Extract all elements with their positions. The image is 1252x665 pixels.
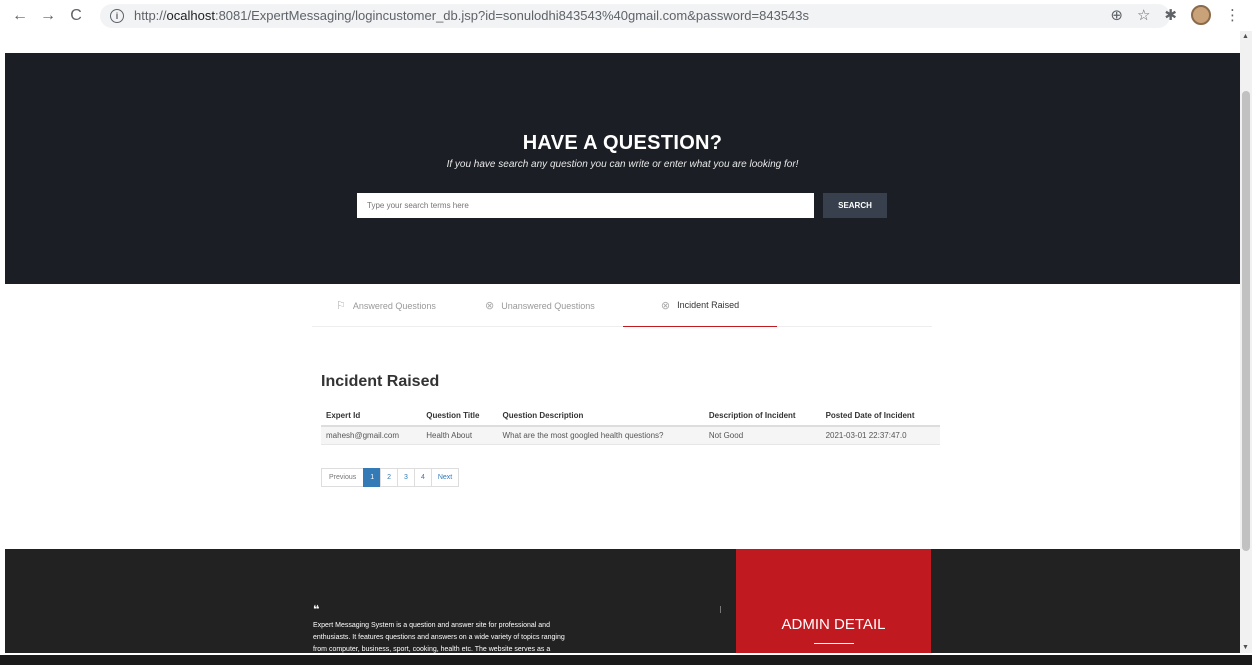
profile-avatar[interactable] [1191,5,1211,25]
tab-incident-raised[interactable]: ⊗ Incident Raised [623,284,777,327]
extensions-icon[interactable]: ✱ [1164,6,1177,24]
column-header-expert-id: Expert Id [321,405,422,427]
hero-title: HAVE A QUESTION? [522,132,723,154]
bookmark-icon: ⚐ [336,300,346,312]
scroll-thumb[interactable] [1242,91,1250,551]
pagination-previous[interactable]: Previous [321,468,365,487]
column-header-question-title: Question Title [421,405,498,427]
footer-text-line: from computer, business, sport, cooking,… [313,646,551,653]
column-header-question-description: Question Description [497,405,704,427]
incident-table: Expert Id Question Title Question Descri… [321,405,940,445]
table-header-row: Expert Id Question Title Question Descri… [321,405,940,427]
question-tabs: ⚐ Answered Questions ⊗ Unanswered Questi… [312,284,932,327]
url-host: ocalhost [166,8,215,23]
hero-search-section: HAVE A QUESTION? If you have search any … [5,53,1240,284]
forward-arrow-icon[interactable]: → [38,6,58,26]
admin-detail-title: ADMIN DETAIL [781,616,886,633]
pagination-next[interactable]: Next [430,468,460,487]
search-input[interactable] [357,193,814,218]
hero-subtitle: If you have search any question you can … [446,159,799,170]
tab-answered-questions[interactable]: ⚐ Answered Questions [326,284,446,327]
star-icon[interactable]: ☆ [1137,6,1150,24]
cell-expert-id: mahesh@gmail.com [321,426,422,445]
scroll-up-arrow-icon[interactable]: ▲ [1242,33,1249,40]
cell-incident-description: Not Good [703,426,821,445]
address-bar[interactable]: i http://ocalhost:8081/ExpertMessaging/l… [100,3,1170,28]
site-footer: ❝ Expert Messaging System is a question … [5,549,1240,653]
footer-divider [720,606,721,613]
cell-question-description: What are the most googled health questio… [497,426,704,445]
browser-toolbar: ← → C i http://ocalhost:8081/ExpertMessa… [0,0,1252,31]
pagination-page-1[interactable]: 1 [363,468,382,487]
table-row: mahesh@gmail.com Health About What are t… [321,426,940,445]
layers-icon: ⊗ [485,300,495,312]
quote-icon: ❝ [313,604,320,616]
admin-title-underline [814,643,854,644]
tab-label: Unanswered Questions [501,300,595,311]
menu-icon[interactable]: ⋮ [1225,6,1240,24]
admin-detail-panel: ADMIN DETAIL [736,549,931,653]
url-rest: :8081/ExpertMessaging/logincustomer_db.j… [214,8,810,23]
info-icon[interactable]: i [110,8,124,23]
layers-icon: ⊗ [660,299,671,312]
pagination-page-4[interactable]: 4 [413,468,432,487]
search-button[interactable]: SEARCH [823,193,887,218]
url-text: http://ocalhost:8081/ExpertMessaging/log… [134,8,809,23]
cell-posted-date: 2021-03-01 22:37:47.0 [820,426,940,445]
bottom-edge [0,655,1252,665]
tab-label: Answered Questions [352,300,436,311]
tab-unanswered-questions[interactable]: ⊗ Unanswered Questions [475,284,605,327]
section-title: Incident Raised [321,373,440,390]
url-prefix: http:// [134,8,167,23]
column-header-incident-description: Description of Incident [703,405,821,427]
scroll-down-arrow-icon[interactable]: ▼ [1242,644,1249,651]
pagination-page-2[interactable]: 2 [380,468,399,487]
cell-question-title: Health About [421,426,498,445]
reload-icon[interactable]: C [66,6,86,26]
zoom-icon[interactable]: ⊕ [1110,6,1123,24]
page-scrollbar[interactable]: ▲ ▼ [1240,31,1252,653]
pagination: Previous 1 2 3 4 Next [321,468,460,487]
tab-label: Incident Raised [677,300,740,310]
footer-text-line: Expert Messaging System is a question an… [313,622,550,629]
footer-text-line: enthusiasts. It features questions and a… [313,634,565,641]
back-arrow-icon[interactable]: ← [10,6,30,26]
browser-actions: ⊕ ☆ ✱ ⋮ [1110,5,1240,25]
footer-about-text: Expert Messaging System is a question an… [313,620,613,653]
pagination-page-3[interactable]: 3 [397,468,415,487]
column-header-posted-date: Posted Date of Incident [820,405,940,427]
